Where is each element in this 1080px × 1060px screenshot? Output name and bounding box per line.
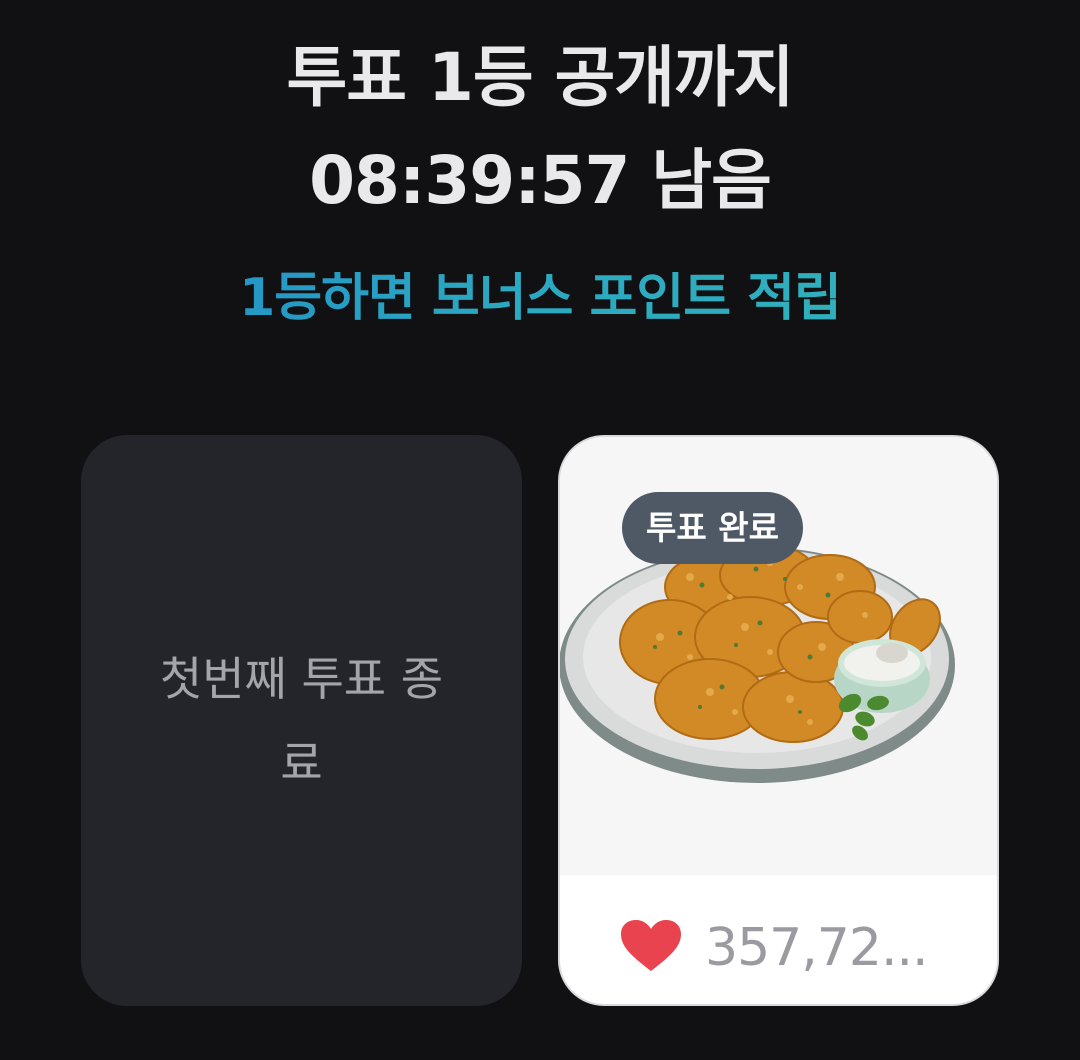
fried-chicken-photo: 투표 완료 [560,437,997,875]
countdown-title-line1: 투표 1등 공개까지 [286,39,795,116]
like-count: 357,72... [705,918,929,978]
like-row[interactable]: 357,72... [560,875,997,1004]
vote-complete-badge: 투표 완료 [622,492,803,564]
heart-icon[interactable] [620,919,682,973]
voted-item-card[interactable]: 투표 완료 357,72... [558,435,999,1006]
countdown-title-line2: 08:39:57 남음 [309,142,772,219]
closed-vote-text: 첫번째 투표 종료 [159,651,444,790]
bonus-points-promo: 1등하면 보너스 포인트 적립 [0,272,1080,324]
closed-vote-card: 첫번째 투표 종료 [81,435,522,1006]
